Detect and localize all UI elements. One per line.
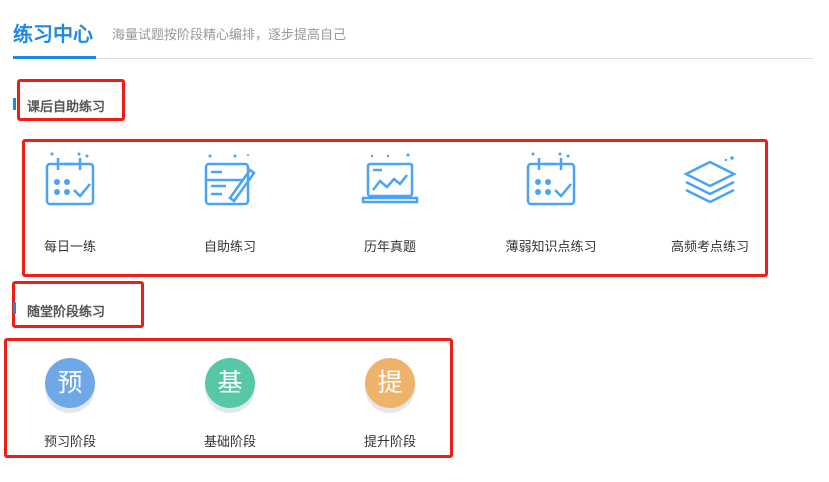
stage-preview[interactable]: 预 预习阶段 <box>0 358 140 453</box>
advanced-badge-icon: 提 <box>365 358 415 408</box>
notebook-pen-icon <box>204 154 256 206</box>
stage-label: 提升阶段 <box>363 435 416 450</box>
item-label: 每日一练 <box>43 240 96 255</box>
item-label: 薄弱知识点练习 <box>505 240 597 255</box>
section-marker <box>13 98 16 110</box>
page-title[interactable]: 练习中心 <box>13 18 93 47</box>
layers-icon <box>683 156 737 204</box>
calendar-check-icon <box>45 152 95 206</box>
stage-label: 预习阶段 <box>43 435 96 450</box>
divider <box>13 58 813 59</box>
active-tab-underline <box>13 56 96 59</box>
laptop-chart-icon <box>361 153 419 204</box>
item-label: 自助练习 <box>203 240 256 255</box>
item-self-practice[interactable]: 自助练习 <box>160 150 300 260</box>
section-marker <box>13 302 16 314</box>
section-title-stage-practice: 随堂阶段练习 <box>27 305 106 320</box>
item-daily-practice[interactable]: 每日一练 <box>0 150 140 260</box>
calendar-check-icon <box>526 152 576 206</box>
stage-advanced[interactable]: 提 提升阶段 <box>320 358 460 453</box>
item-past-exams[interactable]: 历年真题 <box>320 150 460 260</box>
preview-badge-icon: 预 <box>45 358 95 408</box>
item-weak-points[interactable]: 薄弱知识点练习 <box>481 150 621 260</box>
basic-badge-icon: 基 <box>205 358 255 408</box>
stage-basic[interactable]: 基 基础阶段 <box>160 358 300 453</box>
stage-label: 基础阶段 <box>203 435 256 450</box>
page-subtitle: 海量试题按阶段精心编排，逐步提高自己 <box>112 28 347 43</box>
item-label: 高频考点练习 <box>670 240 749 255</box>
item-high-frequency[interactable]: 高频考点练习 <box>640 150 780 260</box>
section-title-after-class: 课后自助练习 <box>27 100 106 115</box>
item-label: 历年真题 <box>363 240 416 255</box>
